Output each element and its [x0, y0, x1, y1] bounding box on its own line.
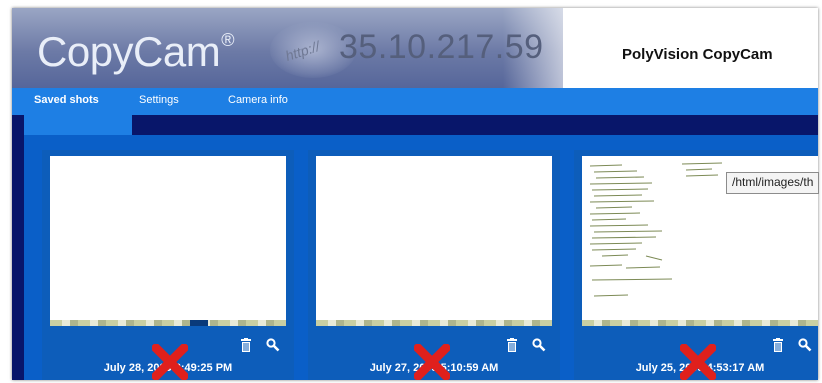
- navbar: Saved shots Settings Camera info: [12, 88, 818, 115]
- red-x-icon[interactable]: [151, 343, 189, 380]
- tab-saved-shots[interactable]: Saved shots: [34, 94, 99, 106]
- logo-text: CopyCam: [37, 28, 221, 75]
- shot-controls: [762, 338, 812, 356]
- shot-card: July 27, 2005 5:10:59 AM: [308, 150, 560, 380]
- magnifier-icon[interactable]: [266, 338, 280, 357]
- trash-icon[interactable]: [772, 338, 784, 357]
- logo: CopyCam®: [37, 28, 234, 76]
- shot-controls: [230, 338, 280, 356]
- whiteboard-tray: [316, 320, 552, 326]
- red-x-icon[interactable]: [679, 343, 717, 380]
- tab-settings[interactable]: Settings: [139, 94, 179, 106]
- logo-registered-mark: ®: [221, 30, 234, 50]
- shot-thumbnail[interactable]: [316, 156, 552, 326]
- image-url-tooltip: /html/images/th: [726, 172, 820, 194]
- magnifier-icon[interactable]: [532, 338, 546, 357]
- trash-icon[interactable]: [240, 338, 252, 357]
- whiteboard-tray: [50, 320, 286, 326]
- copycam-window: CopyCam® http:// 35.10.217.59 PolyVision…: [12, 8, 818, 380]
- whiteboard-tray: [582, 320, 818, 326]
- red-x-icon[interactable]: [413, 343, 451, 380]
- ip-address: 35.10.217.59: [339, 28, 544, 66]
- whiteboard-tray-marker: [190, 320, 208, 326]
- magnifier-icon[interactable]: [798, 338, 812, 357]
- subbar-dark: [132, 115, 818, 135]
- shot-controls: [496, 338, 546, 356]
- shot-card: July 28, 2005 3:49:25 PM: [42, 150, 294, 380]
- shot-thumbnail[interactable]: [50, 156, 286, 326]
- left-strip: [12, 115, 24, 380]
- tab-camera-info[interactable]: Camera info: [228, 94, 288, 106]
- product-name: PolyVision CopyCam: [622, 46, 773, 63]
- header: CopyCam® http:// 35.10.217.59 PolyVision…: [12, 8, 818, 88]
- trash-icon[interactable]: [506, 338, 518, 357]
